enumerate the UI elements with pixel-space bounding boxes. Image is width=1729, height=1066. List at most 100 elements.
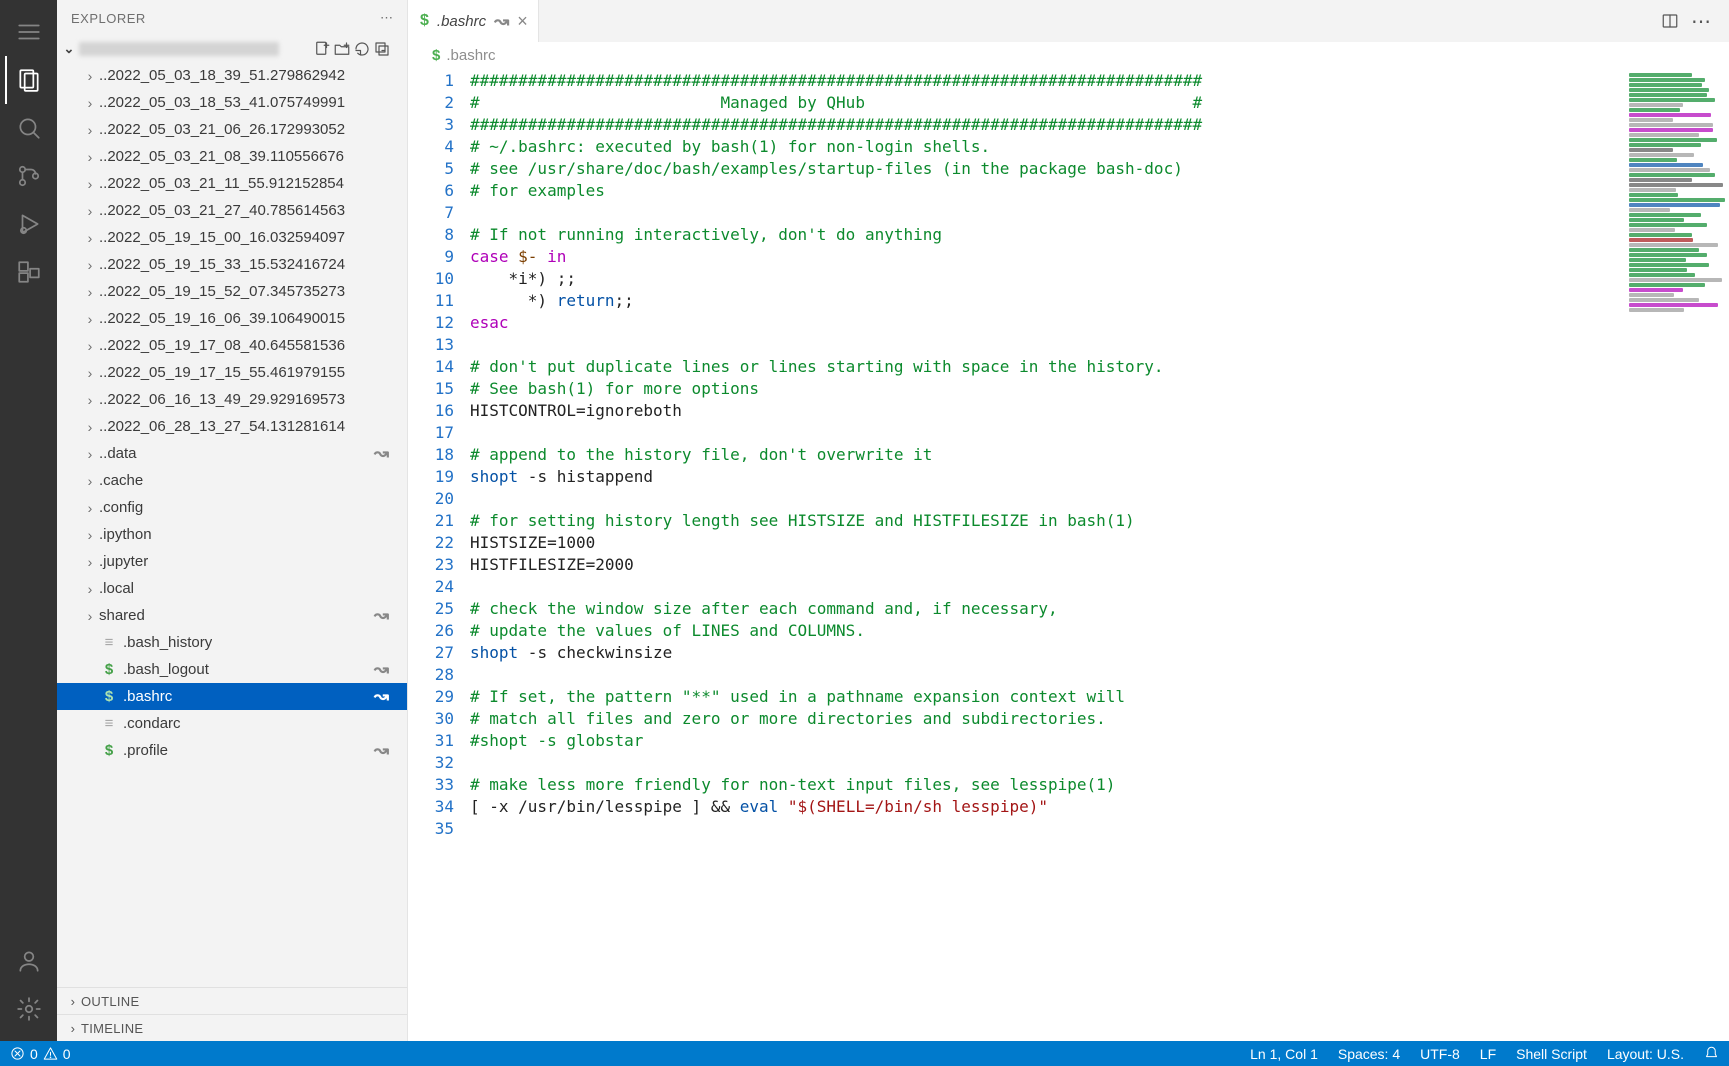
- tree-folder[interactable]: ›..2022_06_16_13_49_29.929169573: [57, 386, 407, 413]
- workspace-name-blurred: [79, 42, 279, 56]
- folder-name: .local: [99, 580, 134, 597]
- folder-name: ..2022_05_03_21_27_40.785614563: [99, 202, 345, 219]
- folder-name: ..2022_05_19_16_06_39.106490015: [99, 310, 345, 327]
- file-name: .bash_logout: [123, 661, 209, 678]
- tree-folder[interactable]: ›shared↝: [57, 602, 407, 629]
- chevron-right-icon: ›: [81, 203, 99, 219]
- folder-name: ..2022_05_19_15_33_15.532416724: [99, 256, 345, 273]
- folder-name: ..2022_05_03_21_06_26.172993052: [99, 121, 345, 138]
- shell-file-icon: $: [99, 742, 119, 759]
- shell-file-icon: $: [432, 47, 440, 64]
- line-numbers: 1234567891011121314151617181920212223242…: [408, 68, 470, 1041]
- explorer-title: EXPLORER: [71, 11, 380, 26]
- timeline-label: TIMELINE: [81, 1021, 143, 1036]
- timeline-section[interactable]: › TIMELINE: [57, 1014, 407, 1041]
- extensions-icon[interactable]: [5, 248, 53, 296]
- folder-name: ..2022_05_19_17_08_40.645581536: [99, 337, 345, 354]
- keyboard-layout-status[interactable]: Layout: U.S.: [1597, 1046, 1694, 1062]
- search-icon[interactable]: [5, 104, 53, 152]
- tree-file[interactable]: $.profile↝: [57, 737, 407, 764]
- chevron-right-icon: ›: [81, 419, 99, 435]
- tree-folder[interactable]: ›.jupyter: [57, 548, 407, 575]
- tree-folder[interactable]: ›.config: [57, 494, 407, 521]
- source-control-icon[interactable]: [5, 152, 53, 200]
- tree-folder[interactable]: ›..2022_06_28_13_27_54.131281614: [57, 413, 407, 440]
- warning-icon: [43, 1046, 58, 1061]
- chevron-right-icon: ›: [65, 994, 81, 1009]
- minimap[interactable]: [1619, 68, 1729, 1041]
- folder-name: ..2022_05_03_18_39_51.279862942: [99, 67, 345, 84]
- chevron-right-icon: ›: [81, 95, 99, 111]
- tree-folder[interactable]: ›..2022_05_19_16_06_39.106490015: [57, 305, 407, 332]
- eol-status[interactable]: LF: [1470, 1046, 1506, 1062]
- chevron-right-icon: ›: [81, 500, 99, 516]
- indentation-status[interactable]: Spaces: 4: [1328, 1046, 1410, 1062]
- folder-name: ..2022_05_19_15_52_07.345735273: [99, 283, 345, 300]
- encoding-status[interactable]: UTF-8: [1410, 1046, 1470, 1062]
- code-editor[interactable]: ########################################…: [470, 68, 1619, 1041]
- outline-label: OUTLINE: [81, 994, 139, 1009]
- tree-folder[interactable]: ›.ipython: [57, 521, 407, 548]
- folder-name: ..2022_05_03_21_11_55.912152854: [99, 175, 344, 192]
- menu-icon[interactable]: [5, 8, 53, 56]
- explorer-sidebar: EXPLORER ⋯ ⌄ ›..2022_05_03_18_39_51.2798…: [57, 0, 408, 1041]
- chevron-right-icon: ›: [81, 230, 99, 246]
- tree-file[interactable]: ≡.bash_history: [57, 629, 407, 656]
- close-icon[interactable]: ×: [517, 11, 528, 32]
- account-icon[interactable]: [5, 937, 53, 985]
- explorer-more-icon[interactable]: ⋯: [380, 10, 393, 26]
- tree-folder[interactable]: ›..2022_05_03_21_06_26.172993052: [57, 116, 407, 143]
- tab-bashrc[interactable]: $ .bashrc ↝ ×: [408, 0, 539, 42]
- breadcrumb[interactable]: $ .bashrc: [408, 42, 1729, 68]
- collapse-all-icon[interactable]: [373, 40, 391, 58]
- chevron-right-icon: ›: [81, 446, 99, 462]
- tree-file[interactable]: $.bash_logout↝: [57, 656, 407, 683]
- tree-folder[interactable]: ›..2022_05_03_18_39_51.279862942: [57, 62, 407, 89]
- run-debug-icon[interactable]: [5, 200, 53, 248]
- tree-folder[interactable]: ›.cache: [57, 467, 407, 494]
- status-bar: 0 0 Ln 1, Col 1 Spaces: 4 UTF-8 LF Shell…: [0, 1041, 1729, 1066]
- tree-folder[interactable]: ›..2022_05_19_17_08_40.645581536: [57, 332, 407, 359]
- tree-folder[interactable]: ›..2022_05_03_18_53_41.075749991: [57, 89, 407, 116]
- folder-name: .ipython: [99, 526, 152, 543]
- modified-indicator-icon: ↝: [374, 605, 407, 626]
- tree-folder[interactable]: ›..2022_05_03_21_27_40.785614563: [57, 197, 407, 224]
- settings-icon[interactable]: [5, 985, 53, 1033]
- error-icon: [10, 1046, 25, 1061]
- shell-file-icon: $: [99, 661, 119, 678]
- tree-folder[interactable]: ›.local: [57, 575, 407, 602]
- folder-name: ..2022_05_03_21_08_39.110556676: [99, 148, 344, 165]
- language-status[interactable]: Shell Script: [1506, 1046, 1597, 1062]
- tree-folder[interactable]: ›..2022_05_19_15_52_07.345735273: [57, 278, 407, 305]
- chevron-right-icon: ›: [81, 149, 99, 165]
- tree-folder[interactable]: ›..2022_05_03_21_11_55.912152854: [57, 170, 407, 197]
- split-editor-icon[interactable]: [1661, 12, 1679, 30]
- cursor-position[interactable]: Ln 1, Col 1: [1240, 1046, 1328, 1062]
- tree-file[interactable]: $.bashrc↝: [57, 683, 407, 710]
- notifications-icon[interactable]: [1694, 1046, 1729, 1062]
- workspace-header[interactable]: ⌄: [57, 36, 407, 62]
- chevron-right-icon: ›: [65, 1021, 81, 1036]
- chevron-right-icon: ›: [81, 176, 99, 192]
- tree-folder[interactable]: ›..2022_05_03_21_08_39.110556676: [57, 143, 407, 170]
- modified-indicator-icon: ↝: [374, 443, 407, 464]
- folder-name: ..2022_06_28_13_27_54.131281614: [99, 418, 345, 435]
- editor-more-icon[interactable]: ⋯: [1691, 9, 1711, 34]
- tab-bar: $ .bashrc ↝ × ⋯: [408, 0, 1729, 42]
- tree-folder[interactable]: ›..2022_05_19_15_00_16.032594097: [57, 224, 407, 251]
- chevron-right-icon: ›: [81, 365, 99, 381]
- tree-folder[interactable]: ›..2022_05_19_15_33_15.532416724: [57, 251, 407, 278]
- chevron-right-icon: ›: [81, 473, 99, 489]
- new-file-icon[interactable]: [313, 40, 331, 58]
- outline-section[interactable]: › OUTLINE: [57, 987, 407, 1014]
- refresh-icon[interactable]: [353, 40, 371, 58]
- tab-label: .bashrc: [437, 13, 486, 30]
- tree-folder[interactable]: ›..2022_05_19_17_15_55.461979155: [57, 359, 407, 386]
- explorer-icon[interactable]: [5, 56, 53, 104]
- folder-name: ..data: [99, 445, 137, 462]
- file-name: .bash_history: [123, 634, 212, 651]
- problems-status[interactable]: 0 0: [0, 1046, 81, 1062]
- tree-file[interactable]: ≡.condarc: [57, 710, 407, 737]
- tree-folder[interactable]: ›..data ↝: [57, 440, 407, 467]
- new-folder-icon[interactable]: [333, 40, 351, 58]
